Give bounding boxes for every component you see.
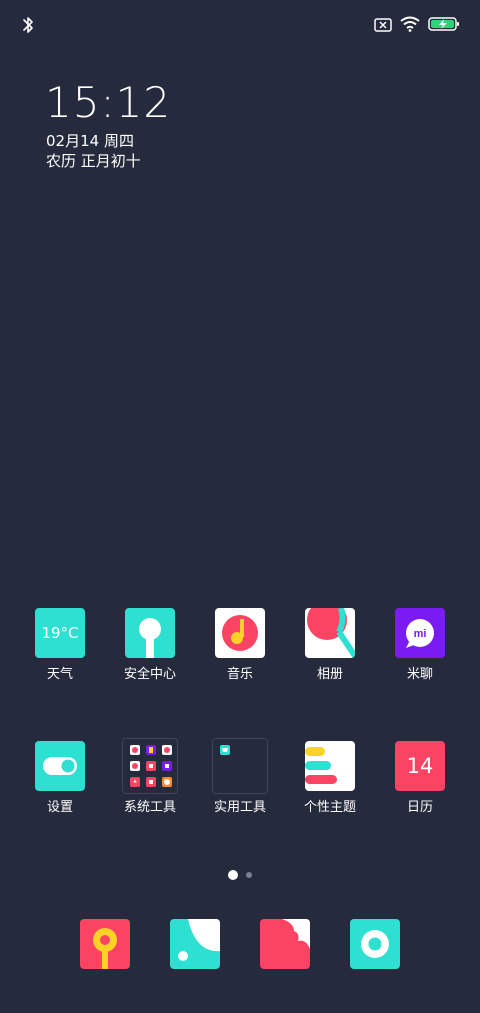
clock-date: 02月14 周四 — [46, 132, 134, 150]
app-row-1: 19°C 天气 安全中心 音乐 相册 mi 米聊 — [0, 608, 480, 698]
app-calendar[interactable]: 14 日历 — [375, 741, 465, 831]
mi-chat-icon: mi — [395, 608, 445, 658]
bluetooth-icon — [20, 14, 36, 36]
gallery-icon — [305, 608, 355, 658]
folder-icon — [212, 738, 268, 794]
app-row-2: 设置 系统工具 实用工具 个性主题 14 日历 — [0, 738, 480, 831]
app-gallery[interactable]: 相册 — [285, 608, 375, 698]
app-label: 系统工具 — [123, 800, 176, 815]
app-weather[interactable]: 19°C 天气 — [15, 608, 105, 698]
app-label: 设置 — [46, 800, 73, 815]
app-themes[interactable]: 个性主题 — [285, 741, 375, 831]
app-label: 音乐 — [226, 667, 253, 682]
app-label: 安全中心 — [123, 667, 176, 682]
themes-icon — [305, 741, 355, 791]
folder-icon — [122, 738, 178, 794]
battery-charging-icon — [428, 16, 460, 36]
app-label: 个性主题 — [303, 800, 356, 815]
folder-system-tools[interactable]: 系统工具 — [105, 738, 195, 831]
phone-app-icon[interactable] — [80, 919, 130, 969]
weather-icon: 19°C — [35, 608, 85, 658]
wifi-icon — [400, 16, 420, 36]
app-label: 相册 — [316, 667, 343, 682]
settings-icon — [35, 741, 85, 791]
app-label: 实用工具 — [213, 800, 266, 815]
security-icon — [125, 608, 175, 658]
app-mi-chat[interactable]: mi 米聊 — [375, 608, 465, 698]
folder-utilities[interactable]: 实用工具 — [195, 738, 285, 831]
page-dot[interactable] — [246, 872, 252, 878]
page-indicator[interactable] — [0, 869, 480, 881]
status-bar — [0, 0, 480, 50]
clock-time[interactable]: 15:12 — [45, 78, 171, 128]
page-dot-active[interactable] — [228, 870, 238, 880]
dock — [0, 919, 480, 969]
calendar-icon: 14 — [395, 741, 445, 791]
app-security-center[interactable]: 安全中心 — [105, 608, 195, 698]
contacts-app-icon[interactable] — [170, 919, 220, 969]
app-music[interactable]: 音乐 — [195, 608, 285, 698]
mi-logo-text: mi — [414, 628, 427, 640]
app-settings[interactable]: 设置 — [15, 741, 105, 831]
messages-app-icon[interactable] — [260, 919, 310, 969]
app-label: 天气 — [46, 667, 73, 682]
lunar-date: 农历 正月初十 — [46, 152, 141, 170]
music-icon — [215, 608, 265, 658]
no-sim-icon — [374, 17, 392, 36]
app-label: 日历 — [406, 800, 433, 815]
app-label: 米聊 — [406, 667, 433, 682]
camera-app-icon[interactable] — [350, 919, 400, 969]
